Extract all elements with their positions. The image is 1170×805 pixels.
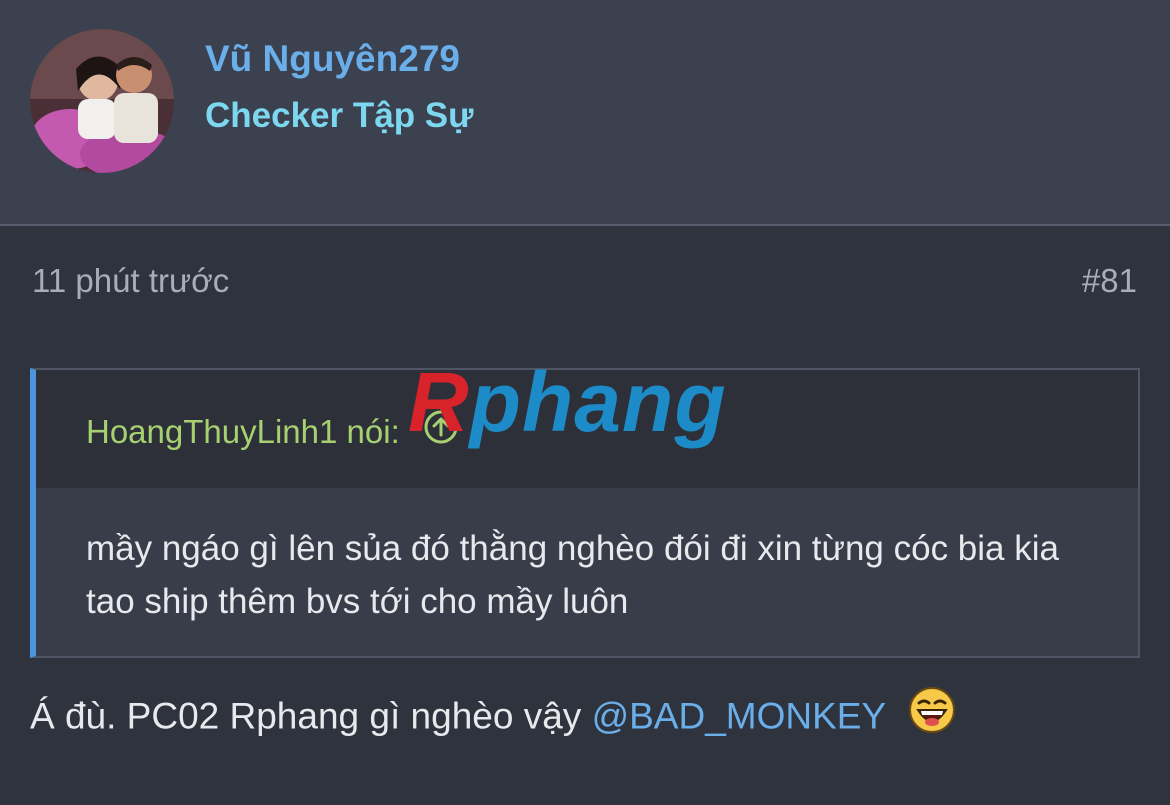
post-number[interactable]: #81 <box>1082 262 1137 300</box>
quote-header: HoangThuyLinh1 nói: <box>36 370 1138 488</box>
avatar[interactable] <box>30 29 174 173</box>
quote-text: mầy ngáo gì lên sủa đó thằng nghèo đói đ… <box>86 529 1059 621</box>
message-text: Á đù. PC02 Rphang gì nghèo vậy <box>30 695 582 737</box>
arrow-up-circle-icon[interactable] <box>423 409 459 453</box>
user-header: Vũ Nguyên279 Checker Tập Sự <box>0 0 1170 226</box>
username[interactable]: Vũ Nguyên279 <box>205 38 460 80</box>
laughing-emoji-icon <box>908 686 956 743</box>
quote-block: HoangThuyLinh1 nói: mầy ngáo gì lên sủa … <box>30 368 1140 658</box>
quote-attribution: HoangThuyLinh1 nói: <box>86 410 459 453</box>
quote-author-name[interactable]: HoangThuyLinh1 <box>86 413 337 450</box>
post-message: Á đù. PC02 Rphang gì nghèo vậy @BAD_MONK… <box>30 687 956 743</box>
quote-said-label: nói: <box>346 413 400 450</box>
post-timestamp[interactable]: 11 phút trước <box>32 262 229 300</box>
user-mention[interactable]: @BAD_MONKEY <box>592 695 886 736</box>
user-title: Checker Tập Sự <box>205 96 474 135</box>
